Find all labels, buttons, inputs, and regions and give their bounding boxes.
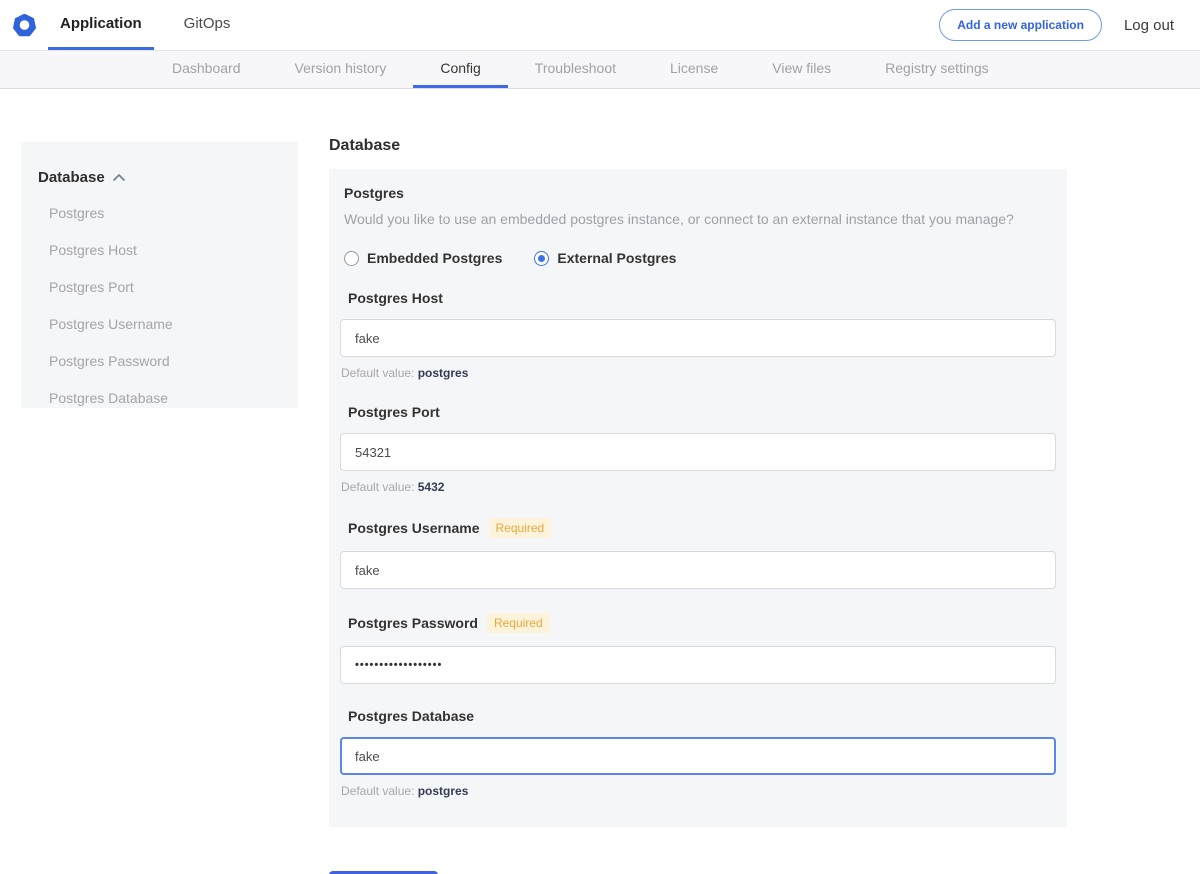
radio-external-postgres[interactable]: External Postgres [534,250,676,266]
default-prefix: Default value: [341,784,418,798]
add-new-application-button[interactable]: Add a new application [939,9,1102,41]
field-postgres-username-label: Postgres Username [348,520,480,536]
required-badge: Required [489,518,552,538]
default-prefix: Default value: [341,480,418,494]
field-postgres-password-label: Postgres Password [348,615,478,631]
postgres-host-default: Default value: postgres [341,366,1056,380]
top-header: Application GitOps Add a new application… [0,0,1200,50]
app-subnav: Dashboard Version history Config Trouble… [0,50,1200,89]
postgres-database-default: Default value: postgres [341,784,1056,798]
postgres-radio-group: Embedded Postgres External Postgres [344,250,1056,266]
field-postgres-host-label: Postgres Host [348,290,443,306]
radio-external-postgres-circle[interactable] [534,251,549,266]
postgres-port-input[interactable] [340,433,1056,471]
postgres-host-input[interactable] [340,319,1056,357]
field-postgres-port: Postgres Port Default value: 5432 [340,404,1056,494]
sidebar-items: Postgres Postgres Host Postgres Port Pos… [38,205,282,406]
sidebar-item-postgres-database[interactable]: Postgres Database [38,390,282,406]
page-title: Database [329,137,1067,155]
field-postgres-port-label: Postgres Port [348,404,440,420]
postgres-database-input[interactable] [340,737,1056,775]
field-postgres-username: Postgres Username Required [340,518,1056,589]
sidebar-group-label: Database [38,169,105,186]
config-group-panel: Postgres Would you like to use an embedd… [329,169,1067,827]
radio-embedded-postgres[interactable]: Embedded Postgres [344,250,502,266]
default-value: postgres [418,366,469,380]
logout-link[interactable]: Log out [1124,17,1174,34]
app-logo[interactable] [0,0,48,50]
sidebar-group-database[interactable]: Database [38,169,282,186]
radio-embedded-postgres-circle[interactable] [344,251,359,266]
field-postgres-host: Postgres Host Default value: postgres [340,290,1056,380]
sidebar-item-postgres-port[interactable]: Postgres Port [38,279,282,295]
subnav-tab-config[interactable]: Config [413,51,507,88]
config-item-title: Postgres [344,185,1056,201]
sidebar-item-postgres-username[interactable]: Postgres Username [38,316,282,332]
field-postgres-database: Postgres Database Default value: postgre… [340,708,1056,798]
field-postgres-database-label: Postgres Database [348,708,474,724]
subnav-tab-dashboard[interactable]: Dashboard [145,51,268,88]
subnav-tab-troubleshoot[interactable]: Troubleshoot [508,51,643,88]
required-badge: Required [487,613,550,633]
default-value: 5432 [418,480,445,494]
subnav-tab-version-history[interactable]: Version history [268,51,414,88]
config-main: Database Postgres Would you like to use … [329,89,1067,874]
tab-gitops[interactable]: GitOps [172,0,243,50]
postgres-password-input[interactable] [340,646,1056,684]
content-area: Database Postgres Postgres Host Postgres… [0,89,1200,873]
radio-external-postgres-label: External Postgres [557,250,676,266]
radio-embedded-postgres-label: Embedded Postgres [367,250,502,266]
chevron-up-icon [113,174,125,181]
postgres-username-input[interactable] [340,551,1056,589]
header-tabs: Application GitOps [48,0,260,50]
config-item-help-text: Would you like to use an embedded postgr… [344,211,1056,227]
field-postgres-password: Postgres Password Required [340,613,1056,684]
subnav-tab-registry-settings[interactable]: Registry settings [858,51,1015,88]
default-prefix: Default value: [341,366,418,380]
subnav-tab-license[interactable]: License [643,51,745,88]
subnav-tab-view-files[interactable]: View files [745,51,858,88]
sidebar-item-postgres-host[interactable]: Postgres Host [38,242,282,258]
config-sidebar: Database Postgres Postgres Host Postgres… [21,142,298,408]
replicated-logo-icon [13,14,36,37]
postgres-port-default: Default value: 5432 [341,480,1056,494]
default-value: postgres [418,784,469,798]
sidebar-item-postgres-password[interactable]: Postgres Password [38,353,282,369]
sidebar-item-postgres[interactable]: Postgres [38,205,282,221]
header-right: Add a new application Log out [939,0,1200,50]
tab-application[interactable]: Application [48,0,154,50]
